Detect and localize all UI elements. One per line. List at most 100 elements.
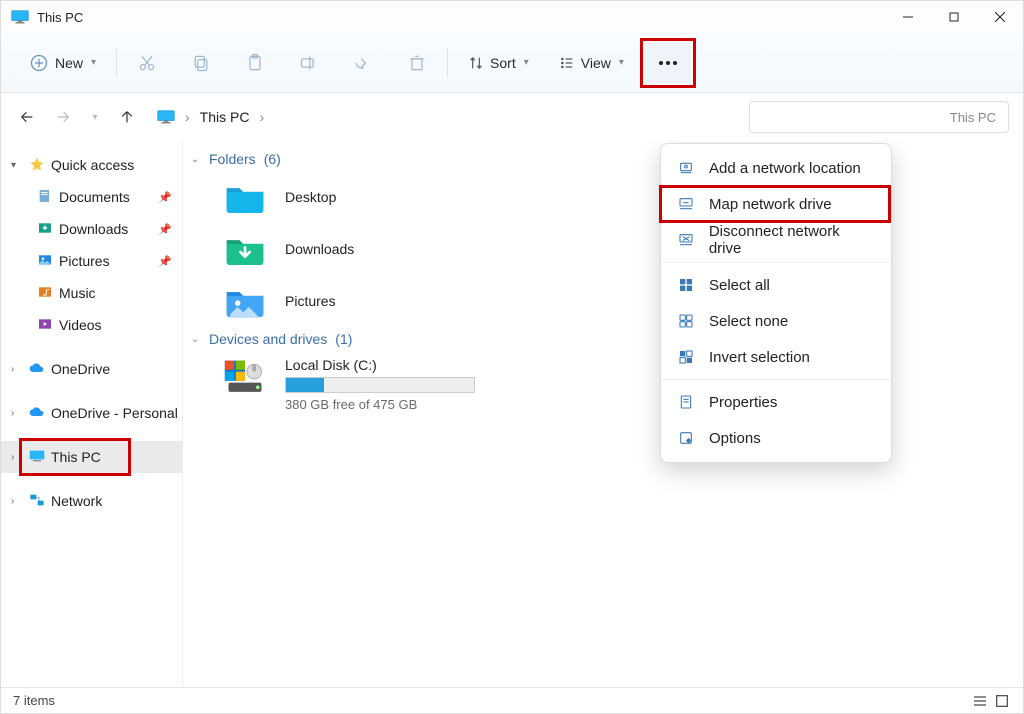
- sidebar-label: Videos: [59, 317, 102, 333]
- delete-button[interactable]: [399, 45, 435, 81]
- search-input[interactable]: This PC: [749, 101, 1009, 133]
- chevron-right-icon[interactable]: ›: [259, 109, 264, 125]
- menu-item-add-network-location[interactable]: Add a network location: [661, 150, 891, 186]
- sidebar-item-music[interactable]: Music: [1, 277, 182, 309]
- drive-label: Local Disk (C:): [285, 357, 475, 373]
- this-pc-icon: [157, 110, 175, 124]
- menu-item-invert-selection[interactable]: Invert selection: [661, 339, 891, 375]
- menu-label: Options: [709, 430, 761, 447]
- menu-item-properties[interactable]: Properties: [661, 384, 891, 420]
- see-more-button[interactable]: [645, 43, 691, 83]
- chevron-down-icon[interactable]: ▾: [11, 160, 23, 171]
- sidebar-item-pictures[interactable]: Pictures 📌: [1, 245, 182, 277]
- see-more-menu: Add a network location Map network drive…: [660, 143, 892, 463]
- toolbar-separator: [116, 49, 117, 77]
- sidebar-label: Network: [51, 493, 102, 509]
- chevron-right-icon[interactable]: ›: [185, 109, 190, 125]
- folder-icon: [223, 229, 267, 269]
- chevron-right-icon[interactable]: ›: [11, 364, 23, 375]
- forward-button[interactable]: [51, 105, 75, 129]
- folder-label: Desktop: [285, 189, 336, 205]
- group-header-folders[interactable]: ⌄ Folders (6): [183, 147, 1023, 171]
- folder-item-desktop[interactable]: Desktop: [183, 171, 1023, 223]
- breadcrumb[interactable]: This PC: [200, 109, 250, 125]
- sidebar-label: Downloads: [59, 221, 128, 237]
- chevron-down-icon: ▾: [619, 57, 624, 68]
- search-placeholder: This PC: [950, 110, 996, 125]
- chevron-down-icon[interactable]: ⌄: [189, 334, 201, 345]
- close-button[interactable]: [977, 1, 1023, 33]
- title-bar: This PC: [1, 1, 1023, 33]
- downloads-icon: [37, 220, 53, 239]
- sidebar-label: OneDrive - Personal: [51, 405, 178, 421]
- up-button[interactable]: [115, 105, 139, 129]
- sidebar-item-documents[interactable]: Documents 📌: [1, 181, 182, 213]
- invert-selection-icon: [677, 348, 695, 366]
- pictures-icon: [37, 252, 53, 271]
- sidebar-item-onedrive-personal[interactable]: › OneDrive - Personal: [1, 397, 182, 429]
- network-icon: [29, 492, 45, 511]
- menu-label: Properties: [709, 394, 777, 411]
- toolbar-separator: [447, 49, 448, 77]
- properties-icon: [677, 393, 695, 411]
- recent-locations-button[interactable]: ▾: [87, 105, 103, 129]
- documents-icon: [37, 188, 53, 207]
- menu-separator: [661, 379, 891, 380]
- large-icons-view-button[interactable]: [993, 693, 1011, 709]
- sidebar-item-downloads[interactable]: Downloads 📌: [1, 213, 182, 245]
- view-button[interactable]: View ▾: [551, 45, 632, 81]
- drive-item-local-disk-c[interactable]: Local Disk (C:) 380 GB free of 475 GB: [183, 351, 1023, 418]
- pin-icon: 📌: [158, 223, 172, 236]
- rename-button[interactable]: [291, 45, 327, 81]
- menu-label: Invert selection: [709, 349, 810, 366]
- select-all-icon: [677, 276, 695, 294]
- menu-item-options[interactable]: Options: [661, 420, 891, 456]
- sidebar-item-onedrive[interactable]: › OneDrive: [1, 353, 182, 385]
- share-button[interactable]: [345, 45, 381, 81]
- sort-button[interactable]: Sort ▾: [460, 45, 537, 81]
- folder-label: Pictures: [285, 293, 336, 309]
- view-label: View: [581, 55, 611, 71]
- chevron-right-icon[interactable]: ›: [11, 408, 23, 419]
- new-button[interactable]: New ▾: [21, 45, 104, 81]
- maximize-button[interactable]: [931, 1, 977, 33]
- chevron-down-icon: ▾: [91, 57, 96, 68]
- cloud-icon: [29, 404, 45, 423]
- menu-label: Add a network location: [709, 160, 861, 177]
- cut-button[interactable]: [129, 45, 165, 81]
- minimize-button[interactable]: [885, 1, 931, 33]
- chevron-right-icon[interactable]: ›: [11, 496, 23, 507]
- folder-item-pictures[interactable]: Pictures: [183, 275, 1023, 327]
- cloud-icon: [29, 360, 45, 379]
- menu-item-select-none[interactable]: Select none: [661, 303, 891, 339]
- sidebar-label: Music: [59, 285, 96, 301]
- sidebar-label: Pictures: [59, 253, 110, 269]
- folder-label: Downloads: [285, 241, 354, 257]
- drive-icon: [223, 357, 267, 397]
- back-button[interactable]: [15, 105, 39, 129]
- group-label: Folders: [209, 151, 256, 167]
- navigation-pane: ▾ Quick access Documents 📌 Downloads 📌 P…: [1, 141, 183, 687]
- sidebar-item-videos[interactable]: Videos: [1, 309, 182, 341]
- navigation-bar: ▾ › This PC › This PC: [1, 93, 1023, 141]
- sidebar-item-network[interactable]: › Network: [1, 485, 182, 517]
- group-header-drives[interactable]: ⌄ Devices and drives (1): [183, 327, 1023, 351]
- address-bar[interactable]: › This PC ›: [151, 109, 737, 125]
- window-title: This PC: [37, 10, 83, 25]
- map-drive-icon: [677, 195, 695, 213]
- menu-item-select-all[interactable]: Select all: [661, 267, 891, 303]
- chevron-down-icon: ▾: [524, 57, 529, 68]
- chevron-down-icon[interactable]: ⌄: [189, 154, 201, 165]
- drive-free-text: 380 GB free of 475 GB: [285, 397, 475, 412]
- star-icon: [29, 156, 45, 175]
- details-view-button[interactable]: [971, 693, 989, 709]
- menu-item-map-network-drive[interactable]: Map network drive: [661, 186, 891, 222]
- menu-label: Disconnect network drive: [709, 223, 875, 257]
- music-icon: [37, 284, 53, 303]
- paste-button[interactable]: [237, 45, 273, 81]
- folder-item-downloads[interactable]: Downloads: [183, 223, 1023, 275]
- copy-button[interactable]: [183, 45, 219, 81]
- menu-item-disconnect-network-drive[interactable]: Disconnect network drive: [661, 222, 891, 258]
- status-item-count: 7 items: [13, 693, 55, 708]
- sidebar-item-quick-access[interactable]: ▾ Quick access: [1, 149, 182, 181]
